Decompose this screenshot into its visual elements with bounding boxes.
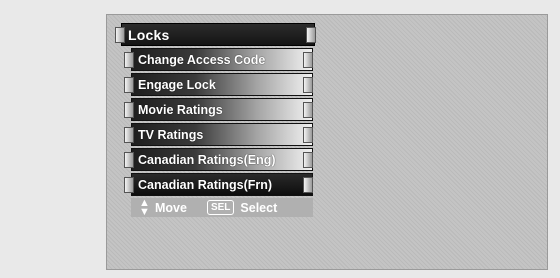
menu-item-change-access-code[interactable]: Change Access Code bbox=[124, 48, 313, 71]
tab-left-icon bbox=[124, 177, 134, 193]
menu-item-label: Movie Ratings bbox=[138, 102, 223, 117]
menu-item-engage-lock[interactable]: Engage Lock bbox=[124, 73, 313, 96]
menu-title: Locks bbox=[128, 26, 170, 43]
locks-menu: Locks Change Access Code Engage Lock Mov… bbox=[115, 23, 316, 218]
sel-key-icon: SEL bbox=[206, 200, 235, 215]
tab-right-icon bbox=[303, 102, 313, 118]
tab-right-icon bbox=[303, 152, 313, 168]
menu-item-tv-ratings[interactable]: TV Ratings bbox=[124, 123, 313, 146]
tab-right-icon bbox=[303, 77, 313, 93]
up-down-arrows-icon: ▲ ▼ bbox=[139, 196, 150, 218]
help-move-label: Move bbox=[155, 200, 187, 215]
menu-item-label: TV Ratings bbox=[138, 127, 204, 142]
tab-right-icon bbox=[306, 27, 316, 43]
menu-item-label: Canadian Ratings(Eng) bbox=[138, 152, 276, 167]
menu-item-canadian-ratings-eng[interactable]: Canadian Ratings(Eng) bbox=[124, 148, 313, 171]
tv-screen: Locks Change Access Code Engage Lock Mov… bbox=[106, 14, 548, 270]
menu-item-label: Engage Lock bbox=[138, 77, 216, 92]
tab-right-icon bbox=[303, 52, 313, 68]
tab-right-icon bbox=[303, 127, 313, 143]
menu-item-canadian-ratings-frn[interactable]: Canadian Ratings(Frn) bbox=[124, 173, 313, 196]
menu-item-label: Canadian Ratings(Frn) bbox=[138, 177, 273, 192]
menu-item-label: Change Access Code bbox=[138, 52, 266, 67]
tab-left-icon bbox=[124, 52, 134, 68]
tab-left-icon bbox=[124, 127, 134, 143]
menu-title-bar: Locks bbox=[115, 23, 316, 46]
tab-left-icon bbox=[115, 27, 125, 43]
menu-item-movie-ratings[interactable]: Movie Ratings bbox=[124, 98, 313, 121]
tab-left-icon bbox=[124, 102, 134, 118]
tab-left-icon bbox=[124, 152, 134, 168]
help-bar: ▲ ▼ Move SEL Select bbox=[131, 196, 313, 218]
tab-right-icon bbox=[303, 177, 313, 193]
tab-left-icon bbox=[124, 77, 134, 93]
help-select-label: Select bbox=[240, 200, 278, 215]
